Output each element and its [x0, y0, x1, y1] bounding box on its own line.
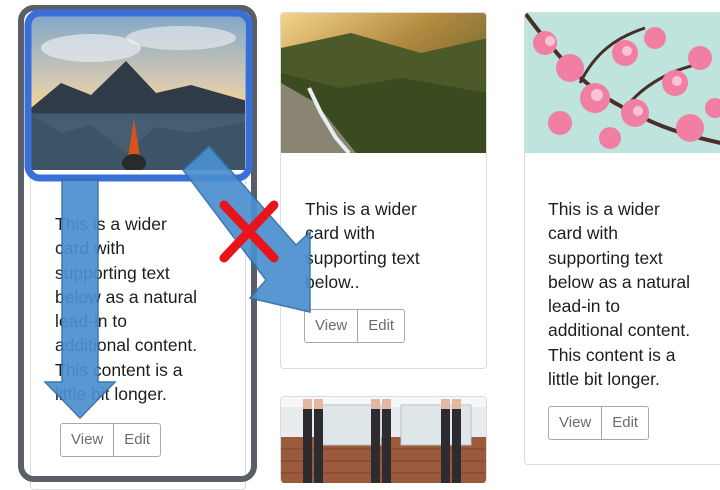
card-2: This is a wider card with supporting tex…	[280, 12, 487, 369]
view-button[interactable]: View	[305, 310, 357, 342]
card-3: This is a wider card with supporting tex…	[524, 12, 720, 465]
card-2-button-group: View Edit	[304, 309, 406, 343]
card-3-text-line: This content is a	[548, 344, 676, 365]
card-3-text-line: card with	[548, 223, 619, 244]
card-3-text-line: This is a wider	[548, 199, 660, 219]
card-4	[280, 396, 487, 483]
card-1-image	[31, 13, 245, 172]
card-1-text: This is a wider card with supporting tex…	[55, 212, 197, 406]
card-2-text-line: This is a wider	[305, 199, 417, 219]
card-1-text-line: This is a wider	[55, 214, 167, 234]
edit-button[interactable]: Edit	[113, 424, 160, 456]
card-3-image	[525, 13, 720, 153]
card-2-image	[281, 13, 486, 155]
card-2-text-line: card with	[305, 223, 376, 244]
card-1-text-line: below as a natural	[55, 286, 198, 307]
card-3-text: This is a wider card with supporting tex…	[548, 197, 690, 391]
card-1: This is a wider card with supporting tex…	[30, 12, 246, 490]
card-2-text: This is a wider card with supporting tex…	[305, 197, 420, 294]
view-button[interactable]: View	[61, 424, 113, 456]
card-1-button-group: View Edit	[60, 423, 162, 457]
card-1-text-line: little bit longer.	[55, 384, 167, 405]
edit-button[interactable]: Edit	[601, 407, 648, 439]
card-3-text-line: below as a natural	[548, 271, 691, 292]
edit-button[interactable]: Edit	[357, 310, 404, 342]
card-3-text-line: lead-in to	[548, 296, 620, 317]
card-3-text-line: additional content.	[548, 320, 691, 341]
card-3-text-line: little bit longer.	[548, 369, 660, 390]
card-1-text-line: lead-in to	[55, 311, 127, 332]
card-1-text-line: supporting text	[55, 262, 170, 283]
card-3-button-group: View Edit	[548, 406, 650, 440]
card-3-text-line: supporting text	[548, 247, 663, 268]
card-1-text-line: This content is a	[55, 359, 183, 380]
card-1-text-line: card with	[55, 238, 126, 259]
card-2-text-line: below..	[305, 271, 360, 292]
view-button[interactable]: View	[549, 407, 601, 439]
card-2-text-line: supporting text	[305, 247, 420, 268]
card-1-text-line: additional content.	[55, 335, 198, 356]
card-4-image	[281, 397, 486, 483]
